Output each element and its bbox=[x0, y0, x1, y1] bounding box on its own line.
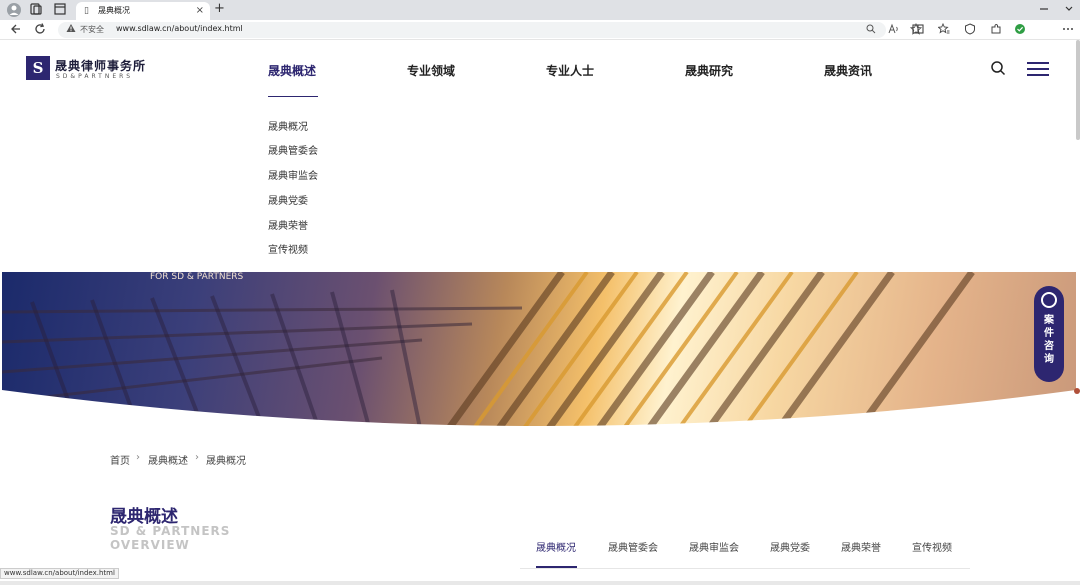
logo-english-name: SD&PARTNERS bbox=[56, 73, 134, 80]
logo-chinese-name[interactable]: 晟典律师事务所 bbox=[55, 57, 146, 74]
dropdown-item-management-committee[interactable]: 晟典管委会 bbox=[268, 142, 318, 157]
nav-active-underline bbox=[268, 96, 318, 97]
warning-icon bbox=[66, 23, 76, 36]
subtab-active-underline bbox=[536, 566, 577, 568]
subtab-honors[interactable]: 晟典荣誉 bbox=[841, 539, 881, 554]
zoom-icon[interactable] bbox=[866, 23, 876, 38]
breadcrumb-separator: › bbox=[195, 452, 199, 463]
url-text: www.sdlaw.cn/about/index.html bbox=[116, 24, 243, 33]
breadcrumb-about[interactable]: 晟典概述 bbox=[148, 452, 188, 467]
window-bottom-edge bbox=[0, 581, 1080, 585]
minimize-icon[interactable] bbox=[1038, 2, 1050, 19]
page-favicon-icon: ▯ bbox=[84, 6, 89, 16]
status-bar-url: www.sdlaw.cn/about/index.html bbox=[0, 568, 119, 579]
breadcrumb-home[interactable]: 首页 bbox=[110, 452, 130, 467]
extension-active-icon[interactable] bbox=[1014, 23, 1026, 38]
banner-caption: FOR SD & PARTNERS bbox=[150, 272, 244, 282]
scroll-indicator bbox=[1074, 388, 1080, 394]
nav-news[interactable]: 晟典资讯 bbox=[824, 62, 872, 79]
menu-icon[interactable] bbox=[1027, 62, 1049, 76]
case-consult-button[interactable]: 案件咨询 bbox=[1034, 286, 1064, 382]
window-menu-icon[interactable] bbox=[1063, 2, 1075, 19]
more-icon[interactable] bbox=[1062, 23, 1074, 38]
url-field[interactable]: 不安全 www.sdlaw.cn/about/index.html bbox=[58, 22, 923, 38]
address-bar-row: 不安全 www.sdlaw.cn/about/index.html bbox=[0, 20, 1080, 40]
refresh-icon[interactable] bbox=[34, 22, 46, 39]
dropdown-item-honors[interactable]: 晟典荣誉 bbox=[268, 217, 308, 232]
dropdown-item-overview[interactable]: 晟典概况 bbox=[268, 118, 308, 133]
split-screen-icon[interactable] bbox=[912, 23, 924, 38]
subtab-party-committee[interactable]: 晟典党委 bbox=[770, 539, 810, 554]
case-consult-label: 案件咨询 bbox=[1044, 315, 1054, 365]
headset-icon bbox=[1041, 292, 1057, 308]
subtab-overview[interactable]: 晟典概况 bbox=[536, 539, 576, 554]
nav-professionals[interactable]: 专业人士 bbox=[546, 62, 594, 79]
favorites-bar-icon[interactable] bbox=[937, 22, 950, 38]
nav-research[interactable]: 晟典研究 bbox=[685, 62, 733, 79]
read-aloud-icon[interactable] bbox=[888, 23, 900, 38]
browser-tab-bar: ▯ 晟典概况 × + bbox=[0, 0, 1080, 20]
search-icon[interactable] bbox=[990, 60, 1006, 76]
dropdown-item-supervisory-committee[interactable]: 晟典审监会 bbox=[268, 167, 318, 182]
subtab-promo-video[interactable]: 宣传视频 bbox=[912, 539, 952, 554]
logo-mark[interactable]: S bbox=[26, 56, 50, 80]
tab-title: 晟典概况 bbox=[98, 6, 130, 15]
nav-about[interactable]: 晟典概述 bbox=[268, 62, 316, 79]
tab-actions-icon[interactable] bbox=[52, 2, 68, 18]
back-icon[interactable] bbox=[10, 22, 22, 39]
collections-icon[interactable] bbox=[28, 2, 44, 18]
new-tab-button[interactable]: + bbox=[214, 1, 225, 16]
dropdown-item-promo-video[interactable]: 宣传视频 bbox=[268, 241, 308, 256]
section-english-line2: OVERVIEW bbox=[110, 538, 190, 552]
profile-icon[interactable] bbox=[6, 2, 22, 18]
close-tab-icon[interactable]: × bbox=[196, 2, 204, 20]
browser-essentials-icon[interactable] bbox=[964, 23, 976, 38]
hero-banner: FOR SD & PARTNERS bbox=[2, 272, 1076, 438]
extensions-icon[interactable] bbox=[990, 23, 1002, 38]
building-glass-graphic bbox=[2, 272, 1076, 438]
nav-practice-areas[interactable]: 专业领域 bbox=[407, 62, 455, 79]
subtab-management-committee[interactable]: 晟典管委会 bbox=[608, 539, 658, 554]
subtab-divider bbox=[520, 568, 970, 569]
not-secure-label: 不安全 bbox=[80, 25, 104, 34]
section-english-line1: SD & PARTNERS bbox=[110, 524, 231, 538]
active-tab[interactable]: ▯ 晟典概况 × bbox=[76, 2, 210, 20]
breadcrumb-current: 晟典概况 bbox=[206, 456, 246, 467]
subtab-supervisory-committee[interactable]: 晟典审监会 bbox=[689, 539, 739, 554]
breadcrumb-separator: › bbox=[136, 452, 140, 463]
dropdown-item-party-committee[interactable]: 晟典党委 bbox=[268, 192, 308, 207]
page-scrollbar[interactable] bbox=[1076, 40, 1080, 140]
